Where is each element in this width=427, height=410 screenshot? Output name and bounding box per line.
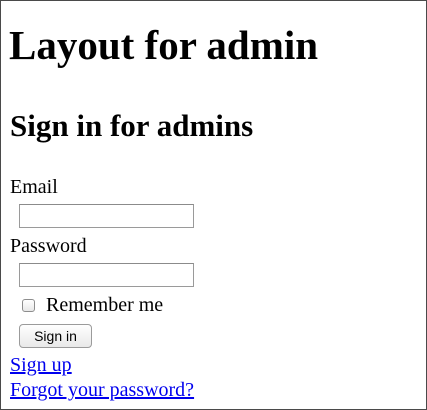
admin-sign-in-page: Layout for admin Sign in for admins Emai… [0,0,427,410]
page-title: Layout for admin [9,22,319,68]
email-field[interactable] [19,204,194,228]
remember-me-checkbox[interactable] [22,299,35,312]
remember-me-label: Remember me [46,294,164,316]
password-field[interactable] [19,263,194,287]
sign-up-link[interactable]: Sign up [10,353,72,377]
password-label: Password [10,235,87,257]
sign-in-title: Sign in for admins [10,108,254,143]
forgot-password-link[interactable]: Forgot your password? [10,378,194,402]
email-label: Email [10,176,58,198]
sign-in-button[interactable]: Sign in [19,324,92,348]
